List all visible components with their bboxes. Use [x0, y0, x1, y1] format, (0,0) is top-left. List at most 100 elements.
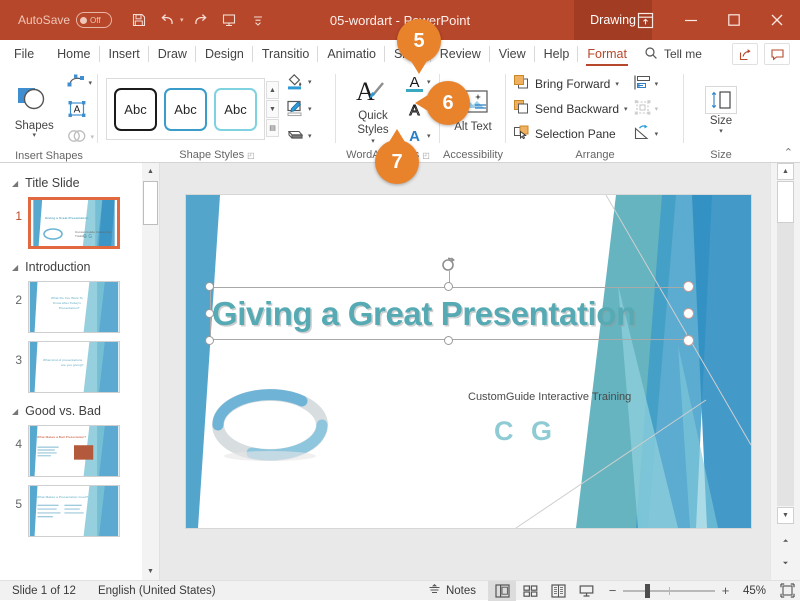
redo-icon[interactable] [187, 7, 213, 33]
handle-bottom-left[interactable] [205, 336, 214, 345]
size-button[interactable]: Size ▾ [691, 82, 751, 135]
edit-shape-caret[interactable]: ▾ [88, 79, 92, 87]
restore-icon[interactable] [714, 0, 754, 40]
quick-styles-caret[interactable]: ▾ [371, 137, 375, 145]
shape-style-2[interactable]: Abc [164, 88, 207, 131]
customize-qat-icon[interactable] [245, 7, 271, 33]
tab-file[interactable]: File [0, 40, 48, 68]
zoom-in-button[interactable]: + [721, 583, 730, 598]
shapes-dropdown-caret[interactable]: ▾ [32, 133, 36, 139]
notes-button[interactable]: Notes [416, 583, 488, 599]
shape-styles-gallery[interactable]: Abc Abc Abc [106, 78, 265, 140]
section-header-title-slide[interactable]: ◢ Title Slide [0, 171, 142, 195]
handle-middle-left[interactable] [205, 309, 214, 318]
tell-me-search[interactable]: Tell me [636, 46, 710, 63]
slide-counter[interactable]: Slide 1 of 12 [0, 585, 76, 597]
language-indicator[interactable]: English (United States) [76, 585, 216, 597]
thumbnail-scroll-up-icon[interactable]: ▲ [142, 163, 159, 180]
list-item[interactable]: 1 Giving a Great Presentation CustomGuid… [0, 195, 142, 255]
list-item[interactable]: 5 What Makes a Presentation Good? [0, 483, 142, 543]
section-collapse-icon[interactable]: ◢ [12, 407, 18, 416]
gallery-scroll-down-icon[interactable]: ▼ [266, 100, 279, 118]
shape-outline-button[interactable]: ▾ [285, 98, 312, 120]
tab-view[interactable]: View [490, 40, 535, 68]
send-backward-caret[interactable]: ▾ [624, 105, 628, 113]
thumb-preview[interactable]: Giving a Great Presentation CustomGuide … [28, 197, 120, 249]
fit-to-window-button[interactable] [774, 581, 800, 601]
thumb-preview[interactable]: What Makes a Bad Presentation? [28, 425, 120, 477]
rotate-handle-icon[interactable] [440, 255, 458, 276]
tab-draw[interactable]: Draw [149, 40, 196, 68]
close-icon[interactable] [754, 0, 800, 40]
previous-slide-icon[interactable]: ⏶ [777, 533, 794, 550]
handle-middle-right[interactable] [684, 309, 693, 318]
selection-pane-button[interactable]: Selection Pane [513, 123, 630, 145]
minimize-icon[interactable] [668, 0, 714, 40]
handle-bottom-center[interactable] [444, 336, 453, 345]
tab-animations[interactable]: Animatio [318, 40, 385, 68]
slide-editing-area[interactable]: Giving a Great Presentation CustomGuide … [160, 163, 770, 580]
slide-logo-letters[interactable]: C G [494, 416, 557, 447]
thumb-preview[interactable]: What kind of presentations are you givin… [28, 341, 120, 393]
handle-top-right[interactable] [684, 282, 693, 291]
shape-outline-caret[interactable]: ▾ [308, 105, 312, 113]
rotate-button[interactable]: ▾ [633, 123, 659, 145]
scrollbar-thumb[interactable] [777, 181, 794, 223]
shape-fill-button[interactable]: ▾ [285, 71, 312, 93]
gallery-more-icon[interactable]: ▤ [266, 119, 279, 137]
align-caret[interactable]: ▾ [655, 80, 659, 88]
text-box-button[interactable]: A [66, 98, 94, 122]
section-collapse-icon[interactable]: ◢ [12, 263, 18, 272]
zoom-control[interactable]: − + 45% [600, 583, 774, 598]
reading-view-button[interactable] [544, 581, 572, 601]
tab-format[interactable]: Format [578, 40, 636, 68]
tab-home[interactable]: Home [48, 40, 99, 68]
slide-canvas[interactable]: Giving a Great Presentation CustomGuide … [186, 195, 751, 528]
edit-shape-button[interactable]: ▾ [66, 71, 94, 95]
list-item[interactable]: 2 What Do You Want To Know After Today's… [0, 279, 142, 339]
shapes-button[interactable]: Shapes ▾ [4, 82, 64, 139]
tab-transitions[interactable]: Transitio [253, 40, 318, 68]
scrollbar-track[interactable] [777, 181, 794, 506]
bring-forward-caret[interactable]: ▾ [615, 80, 619, 88]
section-header-introduction[interactable]: ◢ Introduction [0, 255, 142, 279]
text-fill-caret[interactable]: ▾ [427, 78, 431, 86]
gallery-scroll-up-icon[interactable]: ▲ [266, 81, 279, 99]
shape-effects-caret[interactable]: ▾ [308, 132, 312, 140]
slide-sorter-button[interactable] [516, 581, 544, 601]
normal-view-button[interactable] [488, 581, 516, 601]
start-slideshow-icon[interactable] [216, 7, 242, 33]
tab-design[interactable]: Design [196, 40, 253, 68]
zoom-slider[interactable] [623, 590, 715, 592]
selection-frame[interactable] [210, 287, 688, 340]
section-header-good-vs-bad[interactable]: ◢ Good vs. Bad [0, 399, 142, 423]
thumb-preview[interactable]: What Makes a Presentation Good? [28, 485, 120, 537]
collapse-ribbon-icon[interactable]: ⌃ [784, 146, 793, 159]
zoom-out-button[interactable]: − [608, 583, 617, 598]
comments-button[interactable] [764, 43, 790, 65]
thumbnail-scrollbar-thumb[interactable] [143, 181, 158, 225]
section-collapse-icon[interactable]: ◢ [12, 179, 18, 188]
handle-top-center[interactable] [444, 282, 453, 291]
size-caret[interactable]: ▾ [719, 128, 723, 135]
handle-bottom-right[interactable] [684, 336, 693, 345]
save-icon[interactable] [126, 7, 152, 33]
autosave-switch[interactable]: Off [76, 12, 112, 28]
list-item[interactable]: 3 What kind of presentations are you giv… [0, 339, 142, 399]
tab-help[interactable]: Help [535, 40, 579, 68]
ribbon-display-options-icon[interactable] [622, 0, 668, 40]
handle-top-left[interactable] [205, 282, 214, 291]
thumbnail-scrollbar[interactable]: ▲ ▼ [142, 163, 159, 580]
zoom-level-label[interactable]: 45% [736, 585, 766, 597]
shape-style-1[interactable]: Abc [114, 88, 157, 131]
share-button[interactable] [732, 43, 758, 65]
tab-insert[interactable]: Insert [100, 40, 149, 68]
rotate-caret[interactable]: ▾ [655, 130, 659, 138]
next-slide-icon[interactable]: ⏷ [777, 555, 794, 572]
list-item[interactable]: 4 What Makes a Bad Presentation? [0, 423, 142, 483]
zoom-slider-handle[interactable] [645, 584, 650, 598]
align-button[interactable]: ▾ [633, 73, 659, 95]
thumbnail-scroll-down-icon[interactable]: ▼ [142, 563, 159, 580]
send-backward-button[interactable]: Send Backward ▾ [513, 98, 630, 120]
shape-fill-caret[interactable]: ▾ [308, 78, 312, 86]
